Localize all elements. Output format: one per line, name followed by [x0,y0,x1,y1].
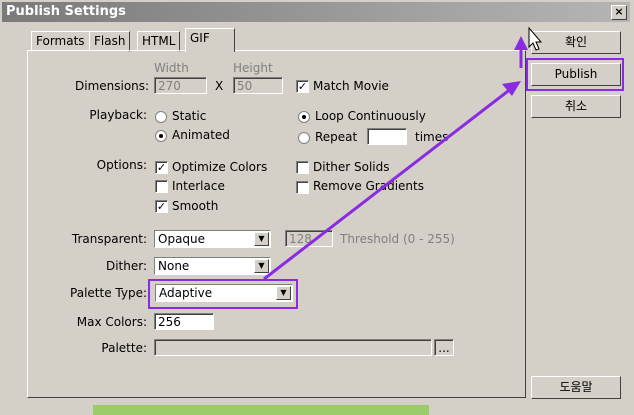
annotation-overlay [263,26,543,281]
arrow-line [263,86,513,281]
mouse-cursor-icon [528,26,543,51]
arrow-head-up [514,36,528,50]
publish-settings-dialog: Publish Settings × Formats Flash HTML GI… [0,0,634,415]
